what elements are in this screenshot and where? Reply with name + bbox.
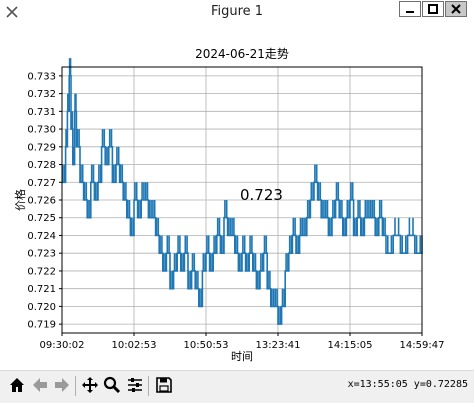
y-tick-label: 0.720 [27,302,56,313]
y-tick-label: 0.733 [27,71,56,82]
toolbar-separator [75,376,76,396]
close-icon [451,4,461,14]
forward-button[interactable] [51,374,73,396]
pan-icon [82,377,98,393]
y-tick-label: 0.730 [27,125,56,136]
y-tick-label: 0.725 [27,213,56,224]
subplots-icon [128,378,142,392]
y-tick-label: 0.721 [27,284,56,295]
back-arrow-icon [33,378,47,392]
y-tick-label: 0.731 [27,107,56,118]
y-tick-label: 0.729 [27,142,56,153]
x-axis-label: 时间 [231,350,253,363]
close-button[interactable] [445,1,467,17]
y-axis-label: 价格 [13,189,27,211]
forward-arrow-icon [55,378,69,392]
y-tick-label: 0.722 [27,266,56,277]
y-tick-label: 0.727 [27,178,56,189]
x-tick-label: 09:30:02 [40,340,85,351]
y-tick-label: 0.728 [27,160,56,171]
y-tick-label: 0.723 [27,249,56,260]
back-button[interactable] [29,374,51,396]
cursor-coordinates: x=13:55:05 y=0.72285 [347,379,468,390]
maximize-button[interactable] [422,1,444,17]
window-titlebar: Figure 1 [0,0,474,25]
maximize-icon [428,4,438,14]
x-tick-label: 13:23:41 [256,340,301,351]
y-tick-label: 0.726 [27,196,56,207]
subplots-button[interactable] [124,374,146,396]
chart-title: 2024-06-21走势 [195,47,289,61]
save-button[interactable] [153,374,175,396]
x-tick-label: 10:02:53 [112,340,157,351]
chart[interactable]: 0.719 0.720 0.721 0.722 0.723 0.724 0.725 0.726… [0,24,474,370]
chart-annotation: 0.723 [240,186,283,204]
x-tick-label: 14:15:05 [328,340,373,351]
minimize-icon [406,11,414,13]
figure-canvas[interactable]: 0.719 0.720 0.721 0.722 0.723 0.724 0.725 0.726… [0,24,474,370]
x-tick-label: 10:50:53 [184,340,229,351]
toolbar-separator [148,376,149,396]
y-tick-label: 0.724 [27,231,56,242]
y-tick-label: 0.732 [27,89,56,100]
y-tick-labels: 0.719 0.720 0.721 0.722 0.723 0.724 0.725 0.726… [27,71,62,331]
navigation-toolbar: x=13:55:05 y=0.72285 [0,370,474,403]
minimize-button[interactable] [399,1,421,17]
zoom-icon [103,376,121,394]
save-icon [156,377,172,393]
y-tick-label: 0.719 [27,320,56,331]
x-tick-label: 14:59:47 [400,340,445,351]
home-icon [10,378,24,392]
pan-button[interactable] [79,374,101,396]
zoom-button[interactable] [101,374,123,396]
x-tick-labels: 09:30:02 10:02:53 10:50:53 13:23:41 14:15:05… [40,333,445,351]
home-button[interactable] [6,374,28,396]
